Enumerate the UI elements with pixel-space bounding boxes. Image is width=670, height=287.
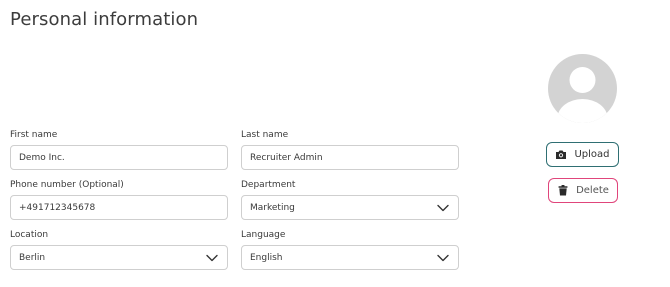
- phone-field-group: Phone number (Optional) +491712345678: [10, 179, 228, 220]
- location-field-group: Location Berlin: [10, 229, 228, 270]
- phone-label: Phone number (Optional): [10, 180, 124, 190]
- language-label: Language: [241, 230, 286, 240]
- department-select[interactable]: Marketing: [241, 195, 459, 220]
- department-value: Marketing: [250, 202, 295, 213]
- upload-photo-button[interactable]: Upload: [546, 142, 619, 167]
- first-name-value: Demo Inc.: [19, 152, 65, 163]
- phone-value: +491712345678: [19, 202, 96, 213]
- last-name-label: Last name: [241, 130, 289, 140]
- department-field-group: Department Marketing: [241, 179, 459, 220]
- trash-icon: [557, 185, 569, 197]
- language-field-group: Language English: [241, 229, 459, 270]
- phone-input[interactable]: +491712345678: [10, 195, 228, 220]
- avatar: [548, 54, 617, 123]
- chevron-down-icon: [436, 201, 450, 215]
- camera-icon: [555, 149, 567, 161]
- location-label: Location: [10, 230, 49, 240]
- department-label: Department: [241, 180, 296, 190]
- delete-photo-button[interactable]: Delete: [548, 178, 618, 203]
- first-name-field-group: First name Demo Inc.: [10, 129, 228, 170]
- chevron-down-icon: [205, 251, 219, 265]
- upload-button-label: Upload: [574, 149, 610, 160]
- page-title: Personal information: [10, 9, 199, 30]
- delete-button-label: Delete: [576, 185, 609, 196]
- language-value: English: [250, 252, 283, 263]
- first-name-input[interactable]: Demo Inc.: [10, 145, 228, 170]
- location-value: Berlin: [19, 252, 46, 263]
- last-name-field-group: Last name Recruiter Admin: [241, 129, 459, 170]
- first-name-label: First name: [10, 130, 58, 140]
- chevron-down-icon: [436, 251, 450, 265]
- location-select[interactable]: Berlin: [10, 245, 228, 270]
- last-name-value: Recruiter Admin: [250, 152, 323, 163]
- last-name-input[interactable]: Recruiter Admin: [241, 145, 459, 170]
- user-placeholder-icon: [557, 67, 608, 123]
- language-select[interactable]: English: [241, 245, 459, 270]
